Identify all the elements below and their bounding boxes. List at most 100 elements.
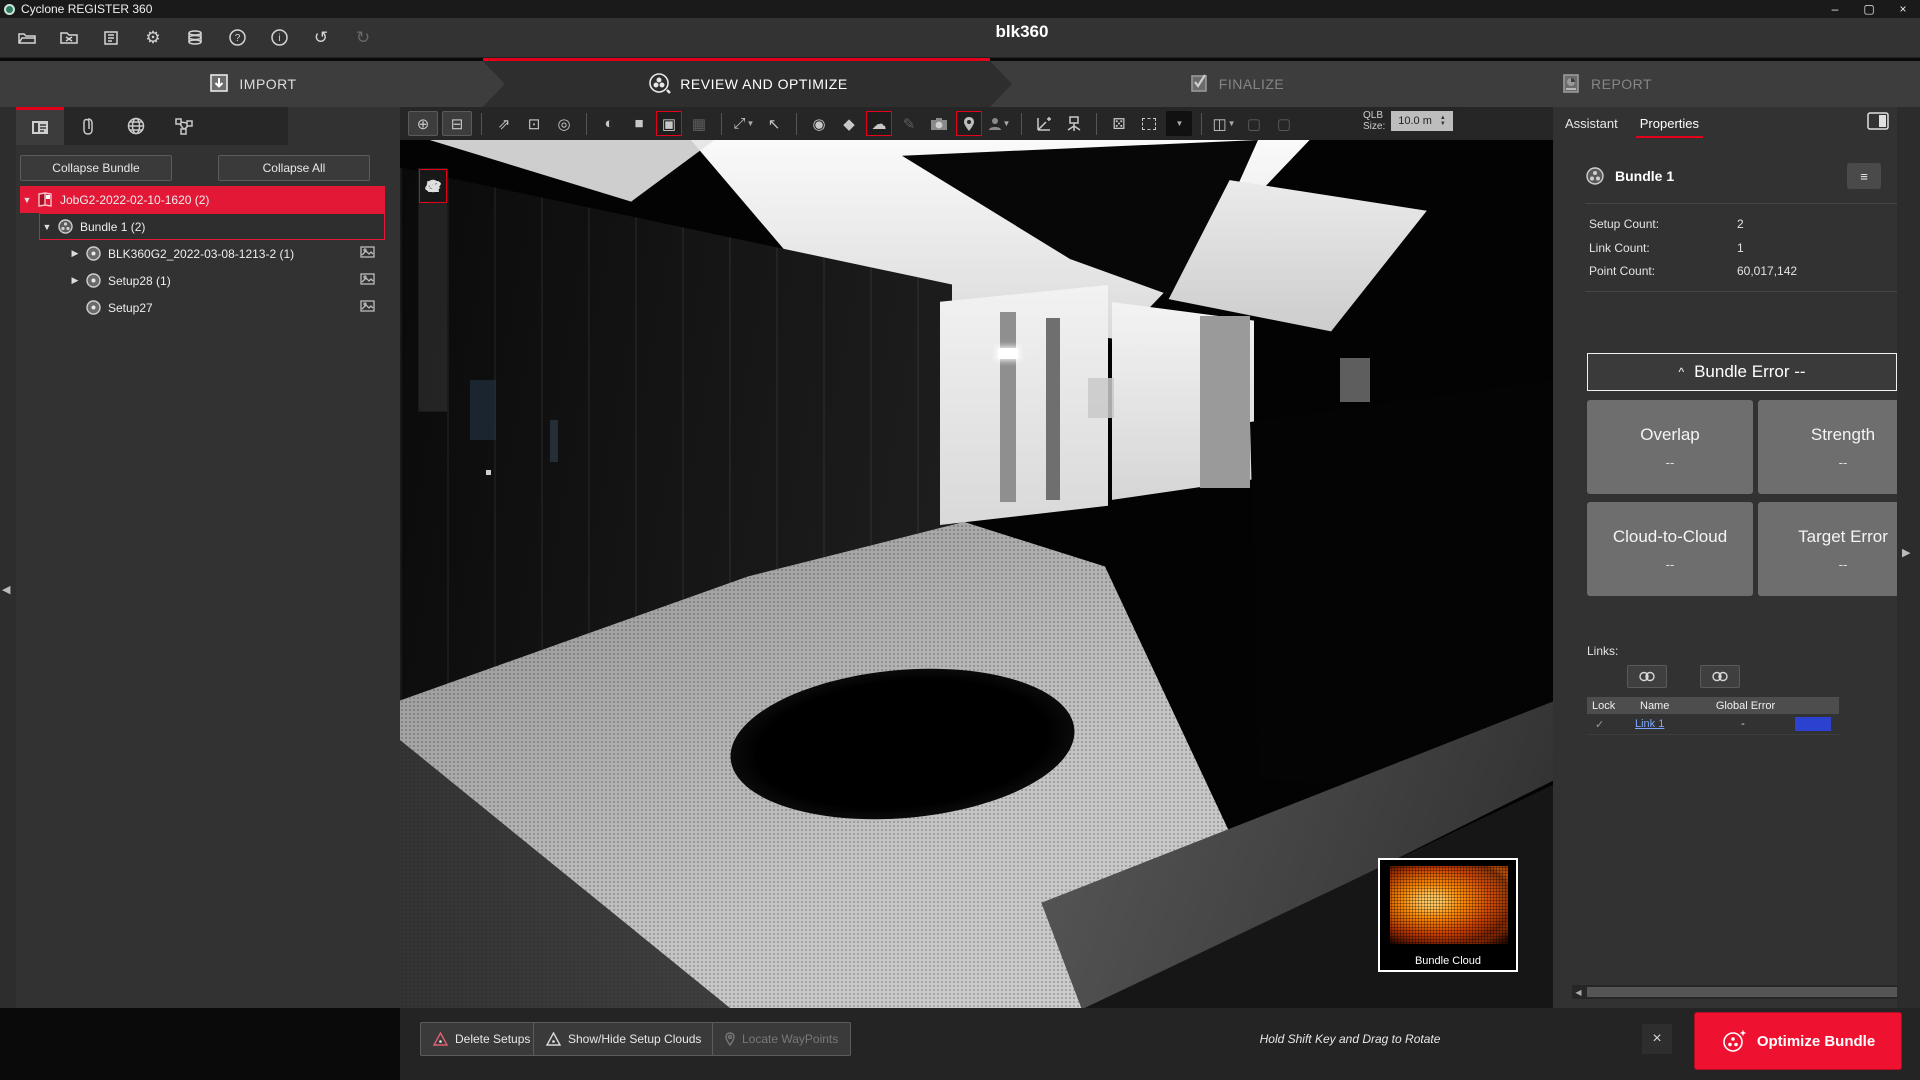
link-lock-check[interactable]: ✓: [1587, 718, 1635, 731]
attachments-tab[interactable]: [64, 107, 112, 145]
tab-report[interactable]: REPORT: [1460, 61, 1920, 107]
settings-gear-icon[interactable]: ⚙: [138, 25, 168, 51]
tree-row-setup[interactable]: ▶ BLK360G2_2022-03-08-1213-2 (1): [68, 240, 385, 267]
ribbon-line-active: [483, 58, 990, 61]
close-bar-icon[interactable]: ×: [1642, 1024, 1672, 1054]
bundle-name: Bundle 1: [1615, 168, 1674, 184]
bundle-list-button[interactable]: ≡: [1847, 163, 1881, 189]
web-tab[interactable]: [112, 107, 160, 145]
tab-assistant[interactable]: Assistant: [1561, 113, 1622, 138]
tab-import[interactable]: IMPORT: [0, 61, 505, 107]
cloud-icon[interactable]: ☁: [866, 111, 892, 136]
tree-row-bundle[interactable]: ▼ Bundle 1 (2): [39, 213, 385, 240]
add-axis-icon[interactable]: [1031, 111, 1057, 136]
plan-view-icon[interactable]: [419, 169, 447, 203]
person-link-icon[interactable]: ▼: [986, 111, 1012, 136]
setup-image-icon[interactable]: [360, 273, 375, 288]
scrollbar-thumb[interactable]: [1587, 987, 1897, 997]
remove-bundle-icon[interactable]: ⊟: [442, 111, 472, 136]
network-tab[interactable]: [160, 107, 208, 145]
camera-position-icon[interactable]: [1061, 111, 1087, 136]
setup-image-icon[interactable]: [360, 300, 375, 315]
add-bundle-icon[interactable]: ⊕: [408, 111, 438, 136]
minimize-button[interactable]: –: [1818, 0, 1852, 18]
open-project-icon[interactable]: [12, 25, 42, 51]
expander-icon[interactable]: ▼: [20, 195, 34, 205]
horizontal-scrollbar[interactable]: ◀ ▶: [1572, 985, 1912, 999]
app-window: Cyclone REGISTER 360 – ▢ × ⚙ ? i ↺ ↻ blk…: [0, 0, 1920, 1080]
bottom-left-corner: [0, 1008, 400, 1080]
tree-row-job[interactable]: ▼ JobG2-2022-02-10-1620 (2): [20, 186, 385, 213]
collapse-bundle-button[interactable]: Collapse Bundle: [20, 155, 172, 181]
select-mode-dropdown[interactable]: ▼: [1166, 111, 1192, 136]
pane-layout-icon[interactable]: [1862, 109, 1894, 133]
link-row[interactable]: ✓ Link 1 -: [1587, 714, 1839, 735]
measure-icon[interactable]: ⤢▼: [731, 111, 757, 136]
show-hide-setup-clouds-button[interactable]: Show/Hide Setup Clouds: [533, 1022, 714, 1056]
undo-icon[interactable]: ↺: [306, 25, 336, 51]
waypoint-pin-icon[interactable]: [956, 111, 982, 136]
close-project-icon[interactable]: [54, 25, 84, 51]
target-icon[interactable]: ◉: [806, 111, 832, 136]
qlb-spinner[interactable]: ▲▼: [1440, 115, 1446, 127]
redo-icon[interactable]: ↻: [348, 25, 378, 51]
strength-card: Strength--: [1758, 400, 1897, 494]
maximize-button[interactable]: ▢: [1852, 0, 1886, 18]
tab-finalize[interactable]: FINALIZE: [990, 61, 1482, 107]
tab-review-and-optimize[interactable]: REVIEW AND OPTIMIZE: [483, 61, 1012, 107]
camera-icon[interactable]: [926, 111, 952, 136]
point-cloud-scene[interactable]: Bundle Cloud: [400, 140, 1553, 1008]
dropdown-icon[interactable]: ▼: [747, 119, 755, 128]
lock-link-button[interactable]: [1627, 665, 1667, 688]
point-color-icon[interactable]: ◐: [596, 111, 622, 136]
zoom-region-icon[interactable]: ◎: [551, 111, 577, 136]
tag-icon[interactable]: ◆: [836, 111, 862, 136]
solid-color-icon[interactable]: ■: [626, 111, 652, 136]
scene-reflection: [550, 420, 558, 462]
expander-icon[interactable]: ▶: [68, 248, 82, 259]
image-view-icon[interactable]: ▦: [686, 111, 712, 136]
collapse-left-panel-arrow[interactable]: ◀: [2, 583, 14, 599]
setup-image-icon[interactable]: [360, 246, 375, 261]
scene-nav-toolbar: [418, 168, 448, 412]
locate-waypoints-button[interactable]: Locate WayPoints: [712, 1022, 851, 1056]
share-view-icon[interactable]: ⇗: [491, 111, 517, 136]
links-label: Links:: [1587, 644, 1618, 658]
separator: [1201, 113, 1202, 135]
panorama-view-icon[interactable]: ▣: [656, 111, 682, 136]
qlb-size-input[interactable]: 10.0 m ▲▼: [1391, 111, 1453, 131]
collapse-all-button[interactable]: Collapse All: [218, 155, 370, 181]
close-button[interactable]: ×: [1886, 0, 1920, 18]
pick-icon[interactable]: ↖: [761, 111, 787, 136]
expander-icon[interactable]: ▶: [68, 275, 82, 286]
optimize-bundle-button[interactable]: Optimize Bundle: [1694, 1012, 1902, 1070]
bundle-cloud-thumbnail[interactable]: Bundle Cloud: [1378, 858, 1518, 972]
dice-view-icon[interactable]: ⚄: [1106, 111, 1132, 136]
info-icon[interactable]: i: [264, 25, 294, 51]
scene-door: [1000, 312, 1016, 502]
section-icon[interactable]: ▢: [1271, 111, 1297, 136]
storage-database-icon[interactable]: [180, 25, 210, 51]
unlock-link-button[interactable]: [1700, 665, 1740, 688]
report-icon: [1560, 72, 1582, 97]
tree-row-setup[interactable]: Setup27: [68, 294, 385, 321]
bundle-error-button[interactable]: ^ Bundle Error --: [1587, 353, 1897, 391]
tab-properties[interactable]: Properties: [1636, 113, 1703, 138]
link-name[interactable]: Link 1: [1635, 718, 1664, 730]
help-icon[interactable]: ?: [222, 25, 252, 51]
draw-link-icon[interactable]: ✎: [896, 111, 922, 136]
tree-row-setup[interactable]: ▶ Setup28 (1): [68, 267, 385, 294]
scroll-left-icon[interactable]: ◀: [1572, 988, 1585, 997]
expander-icon[interactable]: ▼: [40, 222, 54, 232]
fit-view-icon[interactable]: ⊡: [521, 111, 547, 136]
project-explorer-tab[interactable]: [16, 107, 64, 145]
dropdown-icon[interactable]: ▼: [1003, 119, 1011, 128]
delete-setups-button[interactable]: Delete Setups: [420, 1022, 543, 1056]
project-card-icon[interactable]: [96, 25, 126, 51]
marquee-select-icon[interactable]: [1136, 111, 1162, 136]
limit-box-edit-icon[interactable]: ▢: [1241, 111, 1267, 136]
rotate-hint: Hold Shift Key and Drag to Rotate: [1140, 1032, 1560, 1046]
limit-box-icon[interactable]: ◫▼: [1211, 111, 1237, 136]
dropdown-icon[interactable]: ▼: [1228, 119, 1236, 128]
expand-panel-arrow[interactable]: ▶: [1902, 546, 1910, 559]
